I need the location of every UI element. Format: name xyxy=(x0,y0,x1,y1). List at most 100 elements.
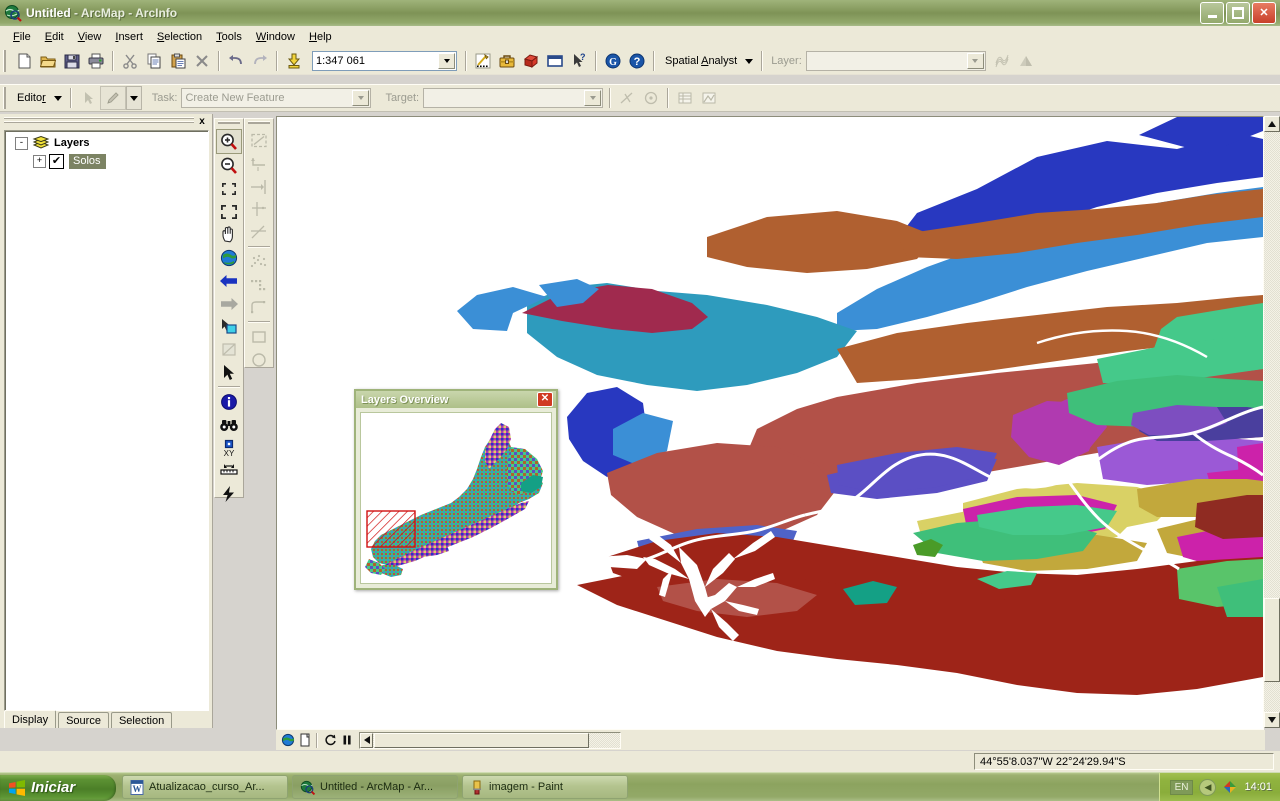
pan-hand-icon[interactable] xyxy=(217,223,241,246)
scrollbar-thumb[interactable] xyxy=(374,732,589,748)
menu-view[interactable]: View xyxy=(71,28,109,46)
cut-scissors-icon[interactable] xyxy=(118,50,142,72)
expander-expand-icon[interactable]: + xyxy=(33,154,46,168)
toolbar-grip[interactable] xyxy=(218,121,240,128)
chevron-down-icon[interactable] xyxy=(438,53,455,69)
identify-info-icon[interactable] xyxy=(217,390,241,413)
toolbar-grip[interactable] xyxy=(3,87,10,109)
security-shield-icon[interactable] xyxy=(1222,779,1238,795)
expander-collapse-icon[interactable]: - xyxy=(15,136,28,150)
fixed-zoom-in-icon[interactable] xyxy=(217,177,241,200)
delete-x-icon[interactable] xyxy=(190,50,214,72)
editor-menu-label[interactable]: Editor xyxy=(12,92,50,104)
map-vertical-scrollbar[interactable] xyxy=(1264,116,1280,728)
hyperlink-lightning-icon[interactable] xyxy=(217,482,241,505)
toolbar-separator xyxy=(595,51,597,71)
editor-dropdown-icon[interactable] xyxy=(50,87,66,109)
clear-selection-icon xyxy=(217,338,241,361)
spatial-analyst-label[interactable]: Spatial Analyst xyxy=(659,55,741,67)
chevron-down-icon[interactable] xyxy=(352,90,370,106)
sketch-dropdown-icon[interactable] xyxy=(125,86,142,110)
refresh-view-icon[interactable] xyxy=(321,732,338,749)
menu-edit[interactable]: Edit xyxy=(38,28,71,46)
chevron-down-icon[interactable] xyxy=(584,90,602,106)
menu-tools[interactable]: Tools xyxy=(209,28,249,46)
geography-network-icon[interactable]: G xyxy=(601,50,625,72)
close-button[interactable]: ✕ xyxy=(1252,2,1276,24)
toolbox-icon[interactable] xyxy=(495,50,519,72)
map-horizontal-scrollbar[interactable] xyxy=(359,731,621,749)
zoom-out-icon[interactable] xyxy=(217,154,241,177)
save-disk-icon[interactable] xyxy=(60,50,84,72)
print-icon[interactable] xyxy=(84,50,108,72)
chevron-down-icon[interactable] xyxy=(966,53,984,69)
chevron-left-icon[interactable]: ◀ xyxy=(1199,778,1217,796)
scroll-left-arrow-icon[interactable] xyxy=(360,732,373,748)
menu-help[interactable]: Help xyxy=(302,28,339,46)
map-scale-value: 1:347 061 xyxy=(316,55,365,67)
sketch-endpoint-icon xyxy=(247,175,271,198)
scroll-up-arrow-icon[interactable] xyxy=(1264,116,1280,132)
layer-combo[interactable] xyxy=(805,51,986,71)
minimize-button[interactable] xyxy=(1200,2,1224,24)
layers-overview-window[interactable]: Layers Overview ✕ xyxy=(354,389,558,590)
toc-root-layers[interactable]: - Layers xyxy=(5,135,208,151)
open-folder-icon[interactable] xyxy=(36,50,60,72)
go-to-xy-icon[interactable]: XY xyxy=(217,436,241,459)
layer-visibility-checkbox[interactable]: ✔ xyxy=(49,153,64,169)
copy-icon[interactable] xyxy=(142,50,166,72)
pause-drawing-icon[interactable] xyxy=(338,732,355,749)
spatial-analyst-dropdown-icon[interactable] xyxy=(741,50,757,72)
full-extent-globe-icon[interactable] xyxy=(217,246,241,269)
editor-sketch-icon[interactable] xyxy=(471,50,495,72)
select-elements-arrow-icon[interactable] xyxy=(217,361,241,384)
toc-tab-display[interactable]: Display xyxy=(4,710,57,728)
zoom-in-icon[interactable] xyxy=(216,129,242,154)
toc-layer-solos[interactable]: + ✔ Solos xyxy=(5,153,208,169)
target-combo[interactable] xyxy=(423,88,604,108)
find-binoculars-icon[interactable] xyxy=(217,413,241,436)
restore-button[interactable] xyxy=(1226,2,1250,24)
toc-close-button[interactable]: x xyxy=(194,114,210,129)
menu-insert[interactable]: Insert xyxy=(108,28,150,46)
toc-tab-source[interactable]: Source xyxy=(58,712,109,728)
data-view-globe-icon[interactable] xyxy=(279,732,296,749)
new-document-icon[interactable] xyxy=(12,50,36,72)
start-button[interactable]: Iniciar xyxy=(0,774,116,801)
redo-arrow-icon[interactable] xyxy=(248,50,272,72)
toc-grip[interactable] xyxy=(4,116,194,126)
overview-close-button[interactable]: ✕ xyxy=(537,392,553,407)
undo-arrow-icon[interactable] xyxy=(224,50,248,72)
fixed-zoom-out-icon[interactable] xyxy=(217,200,241,223)
toc-tree[interactable]: - Layers + ✔ Solos xyxy=(4,130,209,711)
model-builder-icon[interactable] xyxy=(519,50,543,72)
map-scale-combo[interactable]: 1:347 061 xyxy=(312,51,457,71)
taskbar-item-arcmap[interactable]: Untitled - ArcMap - Ar... xyxy=(292,775,458,799)
menu-window[interactable]: Window xyxy=(249,28,302,46)
overview-map[interactable] xyxy=(360,412,552,584)
toc-tab-selection[interactable]: Selection xyxy=(110,712,173,728)
add-data-plus-icon[interactable] xyxy=(282,50,306,72)
title-bar: Untitled - ArcMap - ArcInfo ✕ xyxy=(0,0,1280,27)
map-view-bottom-bar xyxy=(276,730,1265,750)
menu-selection[interactable]: Selection xyxy=(150,28,209,46)
back-extent-arrow-icon[interactable] xyxy=(217,269,241,292)
measure-ruler-icon[interactable] xyxy=(217,459,241,482)
paste-clipboard-icon[interactable] xyxy=(166,50,190,72)
scrollbar-thumb[interactable] xyxy=(1264,598,1280,682)
scroll-down-arrow-icon[interactable] xyxy=(1264,712,1280,728)
help-question-icon[interactable]: ? xyxy=(625,50,649,72)
clock-time[interactable]: 14:01 xyxy=(1244,781,1272,793)
toolbar-grip[interactable] xyxy=(248,121,270,128)
command-line-icon[interactable] xyxy=(543,50,567,72)
toolbar-grip[interactable] xyxy=(3,50,10,72)
forward-extent-arrow-icon[interactable] xyxy=(217,292,241,315)
task-combo[interactable]: Create New Feature xyxy=(181,88,372,108)
menu-file[interactable]: FFileile xyxy=(6,28,38,46)
taskbar-item-word[interactable]: W Atualizacao_curso_Ar... xyxy=(122,775,288,799)
layout-view-page-icon[interactable] xyxy=(296,732,313,749)
language-indicator[interactable]: EN xyxy=(1169,779,1194,795)
taskbar-item-paint[interactable]: imagem - Paint xyxy=(462,775,628,799)
select-features-icon[interactable] xyxy=(217,315,241,338)
whats-this-help-icon[interactable]: ? xyxy=(567,50,591,72)
